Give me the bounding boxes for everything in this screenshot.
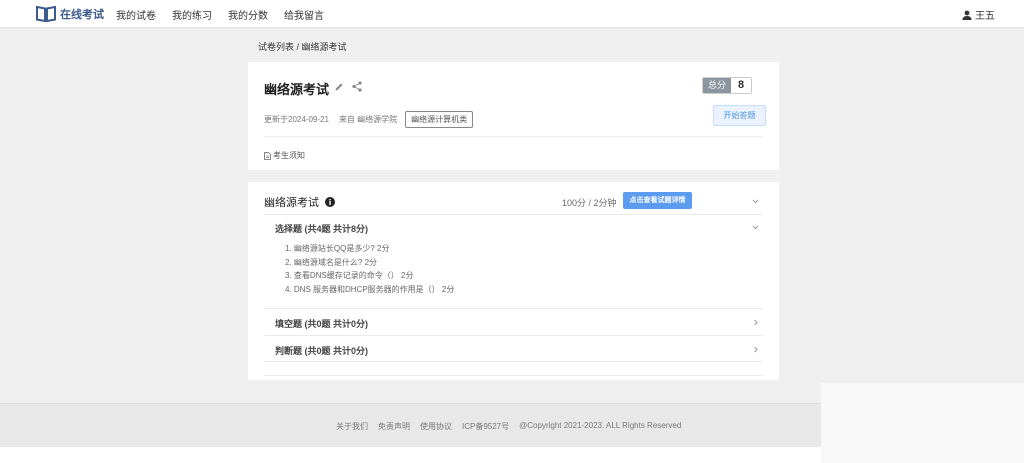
nav-my-practice[interactable]: 我的练习 [172,7,212,22]
footer-icp[interactable]: ICP备9527号 [462,421,509,432]
exam-header-card: 幽络源考试 总分 8 更新于2024-09-21 来自 幽络源学院 幽络源计算机… [248,62,779,170]
total-score-badge: 总分 8 [702,77,753,94]
chevron-right-icon[interactable] [752,346,759,353]
chevron-right-icon[interactable] [752,319,759,326]
brand-name: 在线考试 [60,9,104,21]
footer-copyright: @Copyright 2021-2023. ALL Rights Reserve… [519,421,682,430]
question-item[interactable]: 2. 幽络源域名是什么? 2分 [285,257,377,268]
group-true-false[interactable]: 判断题 (共0题 共计0分) [275,344,368,357]
divider [264,375,763,376]
breadcrumb[interactable]: 试卷列表 / 幽络源考试 [258,40,347,53]
footer-link-terms[interactable]: 使用协议 [420,421,452,432]
divider [264,214,763,215]
open-book-icon [36,5,56,23]
exam-notice-link[interactable]: 考生须知 [264,150,305,161]
section-score-time: 100分 / 2分钟 [562,198,617,208]
notice-label: 考生须知 [273,151,305,160]
section-header: 幽络源考试 [264,194,335,210]
footer-link-disclaimer[interactable]: 免责声明 [378,421,410,432]
nav-leave-message[interactable]: 给我留言 [284,7,324,22]
chevron-down-icon[interactable] [752,224,759,231]
side-panel [821,383,1024,463]
divider [264,136,763,137]
brand-logo[interactable]: 在线考试 [36,3,104,25]
divider [264,335,763,336]
footer-links: 关于我们 免责声明 使用协议 ICP备9527号 @Copyright 2021… [336,421,681,432]
question-item[interactable]: 3. 查看DNS缓存记录的命令（） 2分 [285,270,413,281]
start-exam-button[interactable]: 开始答题 [713,105,766,126]
top-nav: 在线考试 我的试卷 我的练习 我的分数 给我留言 王五 [0,0,1024,28]
score-value: 8 [731,78,752,93]
page-bottom [0,447,821,463]
question-item[interactable]: 4. DNS 服务器和DHCP服务器的作用是（） 2分 [285,284,454,295]
view-details-button[interactable]: 点击查看试题详情 [623,192,692,209]
pencil-icon[interactable] [334,82,344,92]
info-icon[interactable] [325,197,335,207]
user-menu[interactable]: 王五 [962,7,995,22]
nav-my-scores[interactable]: 我的分数 [228,7,268,22]
updated-date: 更新于2024-09-21 [264,115,329,124]
section-title: 幽络源考试 [264,197,319,209]
group-fill-blank[interactable]: 填空题 (共0题 共计0分) [275,317,368,330]
divider [264,308,763,309]
exam-meta: 更新于2024-09-21 来自 幽络源学院 幽络源计算机类 [264,111,474,128]
category-tag[interactable]: 幽络源计算机类 [405,111,474,128]
question-item[interactable]: 1. 幽络源站长QQ是多少? 2分 [285,243,389,254]
exam-content-card: 幽络源考试 100分 / 2分钟 点击查看试题详情 选择题 (共4题 共计8分)… [248,182,779,380]
chevron-down-icon[interactable] [752,198,759,205]
share-icon[interactable] [352,81,362,92]
user-icon [962,10,972,20]
exam-source: 来自 幽络源学院 [338,115,398,124]
divider [264,361,763,362]
document-icon [264,151,271,160]
user-name: 王五 [975,11,995,22]
group-multiple-choice[interactable]: 选择题 (共4题 共计8分) [275,222,368,235]
exam-title: 幽络源考试 [264,82,330,97]
score-label: 总分 [703,78,732,93]
nav-my-papers[interactable]: 我的试卷 [116,7,156,22]
footer-link-about[interactable]: 关于我们 [336,421,368,432]
